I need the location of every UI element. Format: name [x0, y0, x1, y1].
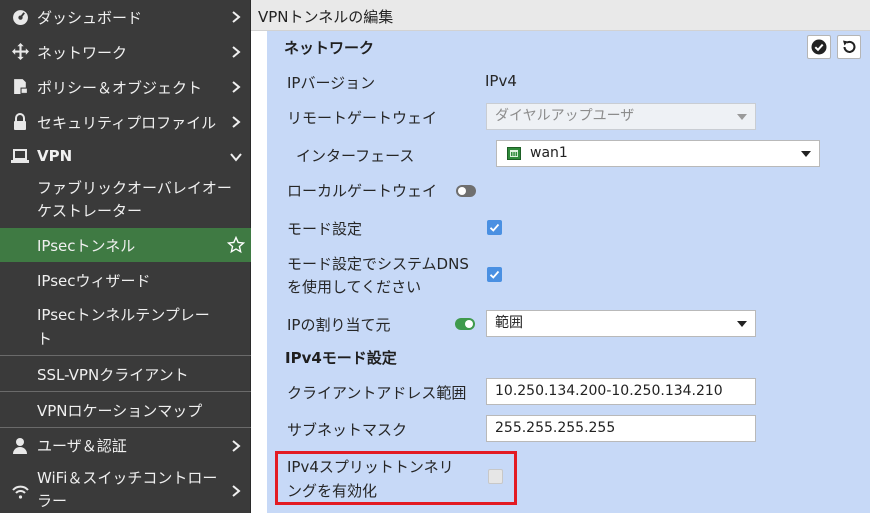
remote-gateway-value: ダイヤルアップユーザ [495, 108, 635, 124]
chevron-down-icon [230, 153, 242, 162]
page-title: VPNトンネルの編集 [258, 8, 394, 26]
interface-label: インターフェース [296, 147, 415, 165]
wifi-icon [11, 483, 29, 501]
titlebar: VPNトンネルの編集 [251, 0, 870, 31]
sidebar-item-fabric-overlay[interactable]: ファブリックオーバレイオーケストレーター [0, 173, 251, 227]
local-gateway-label: ローカルゲートウェイ [287, 182, 438, 200]
chevron-right-icon [232, 440, 241, 452]
main-content: VPNトンネルの編集 ネットワーク IPバージョン IPv4 リモートゲートウェ… [251, 0, 870, 513]
sidebar-item-policy-objects[interactable]: ポリシー＆オブジェクト [0, 69, 251, 103]
star-icon[interactable] [227, 236, 245, 254]
divider [0, 391, 251, 392]
sidebar-item-label: セキュリティプロファイル [37, 114, 217, 132]
save-check-button[interactable] [807, 35, 831, 59]
client-range-label: クライアントアドレス範囲 [287, 384, 467, 402]
section-title-network: ネットワーク [284, 39, 375, 57]
sidebar-item-label: IPsecウィザード [37, 272, 151, 290]
chevron-right-icon [232, 81, 241, 93]
sidebar-item-label: IPsecトンネル [37, 237, 136, 255]
ip-assign-select[interactable]: 範囲 [486, 310, 756, 337]
subnet-label: サブネットマスク [287, 421, 408, 439]
sidebar-item-ipsec-tunnel[interactable]: IPsecトンネル [0, 228, 251, 262]
sidebar-item-label: ファブリックオーバレイオーケストレーター [37, 179, 232, 220]
sidebar-item-label: ダッシュボード [37, 9, 143, 27]
sidebar-item-label: VPN [37, 147, 73, 165]
sidebar-item-security-profile[interactable]: セキュリティプロファイル [0, 104, 251, 138]
chevron-right-icon [232, 116, 241, 128]
lock-icon [11, 112, 29, 130]
sidebar-item-label: SSL-VPNクライアント [37, 366, 189, 384]
chevron-right-icon [232, 46, 241, 58]
user-icon [11, 436, 29, 454]
check-icon [489, 270, 500, 279]
local-gateway-toggle[interactable] [456, 185, 476, 197]
ip-assign-label: IPの割り当て元 [287, 316, 391, 334]
interface-select[interactable]: wan1 [496, 140, 820, 167]
sidebar-item-label: ユーザ＆認証 [37, 437, 127, 455]
sidebar-item-dashboard[interactable]: ダッシュボード [0, 0, 251, 33]
sidebar-item-ssl-vpn-client[interactable]: SSL-VPNクライアント [0, 357, 251, 391]
chevron-right-icon [232, 485, 241, 497]
client-range-input[interactable]: 10.250.134.200-10.250.134.210 [486, 378, 756, 405]
sidebar-item-ipsec-template[interactable]: IPsecトンネルテンプレート [0, 298, 251, 354]
sidebar-item-label: IPsecトンネルテンプレート [37, 306, 210, 348]
dropdown-caret-icon [737, 321, 747, 327]
undo-icon [843, 40, 856, 53]
ip-version-label: IPバージョン [287, 74, 376, 92]
highlight-box [275, 451, 517, 505]
sidebar-item-label: VPNロケーションマップ [37, 402, 203, 420]
sidebar-item-vpn-location-map[interactable]: VPNロケーションマップ [0, 393, 251, 427]
mode-config-checkbox[interactable] [487, 220, 502, 235]
dropdown-caret-icon [801, 151, 811, 157]
sidebar-item-vpn[interactable]: VPN [0, 139, 251, 173]
laptop-icon [11, 147, 29, 165]
remote-gateway-select[interactable]: ダイヤルアップユーザ [486, 103, 756, 130]
dashboard-icon [11, 7, 29, 25]
subnet-value: 255.255.255.255 [495, 420, 616, 436]
sidebar-item-ipsec-wizard[interactable]: IPsecウィザード [0, 263, 251, 297]
sidebar-item-wifi-switch[interactable]: WiFi＆スイッチコントローラー [0, 463, 251, 513]
client-range-value: 10.250.134.200-10.250.134.210 [495, 383, 723, 399]
network-port-icon [507, 147, 521, 160]
mode-config-dns-label: モード設定でシステムDNSを使用してください [287, 255, 469, 296]
sidebar: ダッシュボード ネットワーク ポリシー＆オブジェクト セキュリティプロファイル … [0, 0, 251, 513]
sidebar-item-label: ネットワーク [37, 44, 128, 62]
sidebar-item-user-auth[interactable]: ユーザ＆認証 [0, 428, 251, 462]
chevron-right-icon [232, 11, 241, 23]
sidebar-item-network[interactable]: ネットワーク [0, 34, 251, 68]
check-circle-icon [811, 39, 827, 55]
section-title-ipv4-mode: IPv4モード設定 [285, 349, 397, 367]
divider [0, 355, 251, 356]
sidebar-item-label: WiFi＆スイッチコントローラー [37, 469, 218, 510]
ip-version-value: IPv4 [485, 72, 517, 90]
form-panel: ネットワーク IPバージョン IPv4 リモートゲートウェイ ダイヤルアップユー… [267, 31, 870, 513]
revert-button[interactable] [837, 35, 861, 59]
remote-gateway-label: リモートゲートウェイ [287, 109, 438, 127]
mode-config-label: モード設定 [287, 220, 363, 238]
check-icon [489, 223, 500, 232]
mode-config-dns-checkbox[interactable] [487, 267, 502, 282]
toggle-knob [465, 320, 473, 328]
ip-assign-value: 範囲 [495, 315, 523, 331]
toggle-knob [458, 187, 466, 195]
policy-document-icon [11, 77, 29, 95]
move-arrows-icon [11, 42, 29, 60]
ip-assign-toggle[interactable] [455, 318, 475, 330]
dropdown-caret-icon [737, 114, 747, 120]
sidebar-item-label: ポリシー＆オブジェクト [37, 79, 203, 97]
subnet-input[interactable]: 255.255.255.255 [486, 415, 756, 442]
interface-value: wan1 [530, 145, 568, 161]
